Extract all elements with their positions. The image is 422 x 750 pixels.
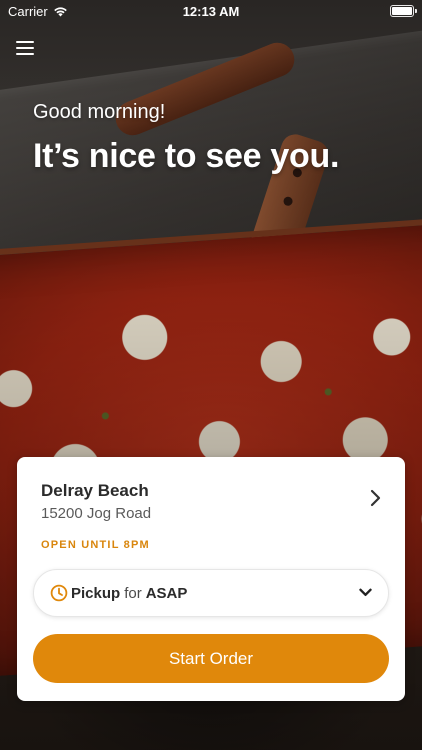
order-mode-dropdown[interactable]: Pickup for ASAP (33, 569, 389, 617)
status-time: 12:13 AM (182, 3, 240, 19)
battery-icon (390, 5, 417, 17)
order-mode-type: Pickup (71, 584, 121, 602)
welcome-headline: It’s nice to see you. (33, 137, 340, 175)
order-mode-text: Pickup for ASAP (71, 585, 187, 602)
order-mode-connector: for (124, 584, 142, 602)
store-selector[interactable]: Delray Beach 15200 Jog Road (17, 457, 405, 529)
start-order-button[interactable]: Start Order (33, 634, 389, 683)
hamburger-menu-icon[interactable] (16, 41, 34, 55)
store-name: Delray Beach (41, 481, 149, 500)
chevron-right-icon[interactable] (370, 489, 381, 507)
status-bar: Carrier 12:13 AM (0, 0, 422, 22)
greeting-text: Good morning! (33, 101, 166, 123)
chevron-down-icon[interactable] (359, 588, 372, 597)
store-address: 15200 Jog Road (41, 505, 152, 522)
order-mode-time: ASAP (145, 584, 188, 602)
store-hours: OPEN UNTIL 8PM (41, 539, 150, 551)
location-card: Delray Beach 15200 Jog Road OPEN UNTIL 8… (17, 457, 405, 701)
clock-icon (50, 584, 68, 602)
battery-level (392, 7, 412, 15)
